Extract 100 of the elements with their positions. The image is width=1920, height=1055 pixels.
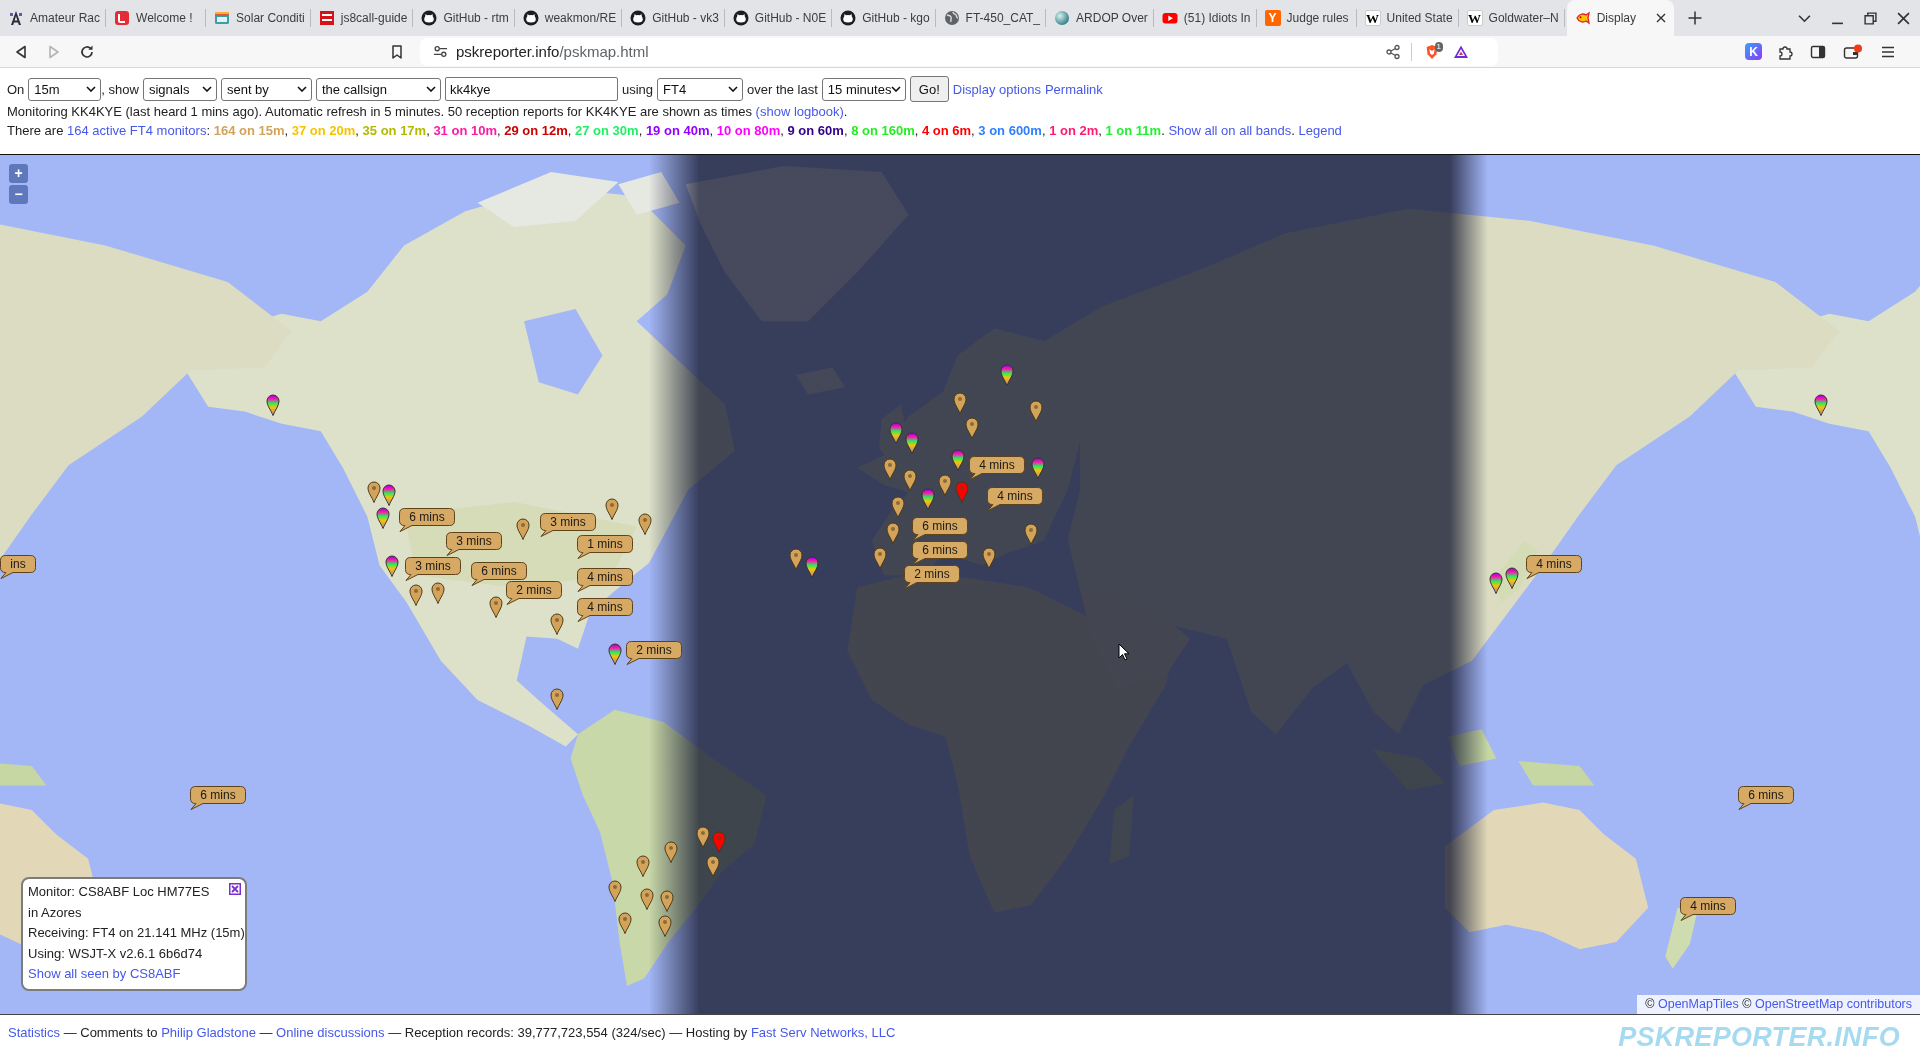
footer-link[interactable]: Fast Serv Networks, LLC	[750, 1025, 896, 1040]
map-pin-icon[interactable]	[1505, 566, 1520, 589]
map-pin-icon[interactable]	[1813, 394, 1828, 417]
plus-icon[interactable]	[1688, 11, 1702, 25]
browser-tab[interactable]: weakmon/RE	[514, 0, 623, 36]
map-pin-icon[interactable]	[638, 512, 653, 535]
mode-dropdown[interactable]: FT4	[657, 77, 743, 101]
url-text[interactable]: pskreporter.info/pskmap.html	[456, 43, 649, 60]
band-dropdown[interactable]: 15m	[28, 77, 102, 101]
puzzle-icon[interactable]	[1777, 43, 1793, 60]
map-pin-icon[interactable]	[890, 495, 905, 518]
map-pin-icon[interactable]	[804, 555, 819, 578]
map-pin-icon[interactable]	[1031, 456, 1046, 479]
map-pin-icon[interactable]	[950, 449, 965, 472]
map-pin-icon[interactable]	[366, 481, 381, 504]
attribution-link[interactable]: OpenMapTiles	[1657, 997, 1739, 1011]
sliders-icon[interactable]	[433, 44, 448, 59]
close-icon[interactable]	[1656, 13, 1666, 23]
browser-tab[interactable]: Y Judge rules	[1256, 0, 1357, 36]
map-pin-icon[interactable]	[488, 596, 503, 619]
map-pin-icon[interactable]	[635, 854, 650, 877]
map-pin-icon[interactable]	[384, 554, 399, 577]
map-pin-icon[interactable]	[266, 394, 281, 417]
close-icon[interactable]	[1897, 11, 1910, 25]
browser-tab[interactable]: (51) Idiots In	[1153, 0, 1257, 36]
footer-link[interactable]: Online discussions	[276, 1025, 385, 1040]
map-pin-icon[interactable]	[617, 912, 632, 935]
zoom-out-button[interactable]: −	[9, 185, 28, 204]
show-dropdown[interactable]: signals	[142, 77, 217, 101]
callsign-field[interactable]: kk4kye	[444, 77, 618, 101]
browser-tab[interactable]: Amateur Rac	[0, 0, 107, 36]
band-count[interactable]: 31 on 10m	[433, 123, 497, 138]
legend-link[interactable]: Legend	[1298, 123, 1342, 138]
band-count[interactable]: 3 on 600m	[978, 123, 1042, 138]
sidebar-icon[interactable]	[1810, 43, 1826, 60]
browser-tab[interactable]: ARDOP Over	[1046, 0, 1154, 36]
map-pin-icon[interactable]	[953, 391, 967, 414]
browser-tab[interactable]: W United State	[1356, 0, 1459, 36]
map-pin-icon[interactable]	[873, 547, 888, 570]
browser-tab[interactable]: Welcome !	[106, 0, 207, 36]
period-dropdown[interactable]: 15 minutes	[821, 77, 906, 101]
band-count[interactable]: 9 on 60m	[787, 123, 844, 138]
map-pin-icon[interactable]	[1024, 522, 1038, 545]
map-pin-icon[interactable]	[705, 854, 720, 877]
map-pin-icon[interactable]	[605, 498, 620, 521]
direction-dropdown[interactable]: sent by	[220, 77, 312, 101]
go-button[interactable]: Go!	[909, 76, 949, 102]
map-pin-icon[interactable]	[695, 826, 710, 849]
map-pin-icon[interactable]	[664, 841, 678, 864]
map-pin-icon[interactable]	[607, 642, 622, 665]
map-pin-icon[interactable]	[1028, 400, 1043, 423]
letter-logo[interactable]: K	[1745, 43, 1762, 60]
address-bar[interactable]: pskreporter.info/pskmap.html 1	[420, 37, 1498, 66]
restore-icon[interactable]	[1864, 11, 1877, 25]
show-logbook-link[interactable]: (show logbook)	[755, 104, 844, 119]
map-pin-icon[interactable]	[409, 583, 424, 606]
map-pin-icon[interactable]	[660, 890, 675, 912]
page-link[interactable]: Display options	[952, 81, 1041, 97]
map-pin-icon[interactable]	[885, 521, 900, 544]
map-pin-icon[interactable]	[982, 547, 997, 570]
footer-link[interactable]: Statistics	[8, 1025, 60, 1040]
browser-tab[interactable]: W Goldwater–N	[1458, 0, 1565, 36]
map-pin-icon[interactable]	[382, 483, 397, 506]
map-pin-icon[interactable]	[657, 914, 672, 937]
footer-link[interactable]: Philip Gladstone	[161, 1025, 256, 1040]
map-pin-icon[interactable]	[902, 468, 917, 491]
map-pin-icon[interactable]	[1489, 571, 1504, 594]
bookmark-icon[interactable]	[389, 43, 405, 60]
map-pin-icon[interactable]	[550, 613, 565, 636]
map-pin-icon[interactable]	[938, 473, 953, 496]
map-pin-icon[interactable]	[550, 688, 565, 710]
triangle-icon[interactable]	[1453, 43, 1469, 60]
browser-tab[interactable]: Display	[1566, 0, 1674, 36]
browser-tab[interactable]: GitHub - N0E	[724, 0, 833, 36]
map-pin-icon[interactable]	[889, 422, 904, 445]
browser-tab[interactable]: FT-450_CAT_	[935, 0, 1047, 36]
map-pin-icon[interactable]	[607, 880, 622, 903]
map-pin-icon[interactable]	[788, 548, 803, 571]
map-pin-icon[interactable]	[515, 517, 530, 540]
target-dropdown[interactable]: the callsign	[315, 77, 441, 101]
back-icon[interactable]	[13, 43, 29, 60]
browser-tab[interactable]: GitHub - kgo	[832, 0, 936, 36]
band-count[interactable]: 29 on 12m	[504, 123, 568, 138]
browser-tab[interactable]: js8call-guide	[310, 0, 414, 36]
browser-tab[interactable]: GitHub - rtm	[413, 0, 515, 36]
map-pin-icon[interactable]	[921, 488, 936, 511]
share-icon[interactable]	[1384, 43, 1401, 60]
map-pin-icon[interactable]	[883, 457, 898, 480]
wallet-icon[interactable]	[1843, 43, 1863, 60]
zoom-in-button[interactable]: +	[9, 164, 28, 183]
reload-icon[interactable]	[79, 43, 95, 60]
map-pin-icon[interactable]	[965, 417, 980, 440]
page-link[interactable]: Permalink	[1044, 81, 1103, 97]
map-pin-icon[interactable]	[639, 887, 654, 910]
map-pin-icon[interactable]	[905, 432, 920, 455]
browser-tab[interactable]: GitHub - vk3	[622, 0, 725, 36]
close-icon[interactable]	[229, 883, 241, 895]
map-pin-icon[interactable]	[999, 363, 1014, 386]
show-all-link[interactable]: Show all seen by CS8ABF	[28, 966, 181, 981]
map-pin-icon[interactable]	[376, 506, 391, 529]
